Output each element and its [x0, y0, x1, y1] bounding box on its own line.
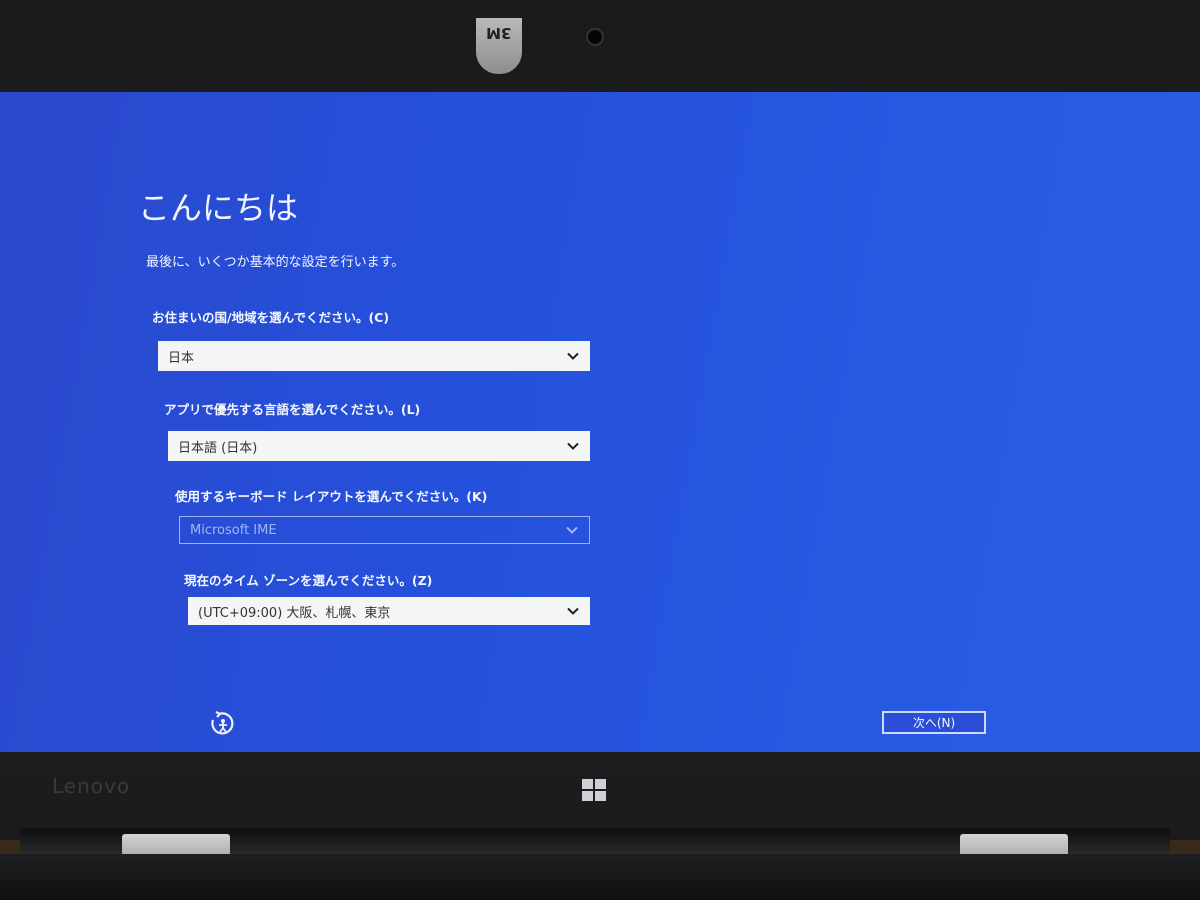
- keyboard-layout-label: 使用するキーボード レイアウトを選んでください。(K): [175, 489, 488, 504]
- time-zone-value: (UTC+09:00) 大阪、札幌、東京: [198, 605, 391, 621]
- app-language-value: 日本語 (日本): [178, 440, 258, 456]
- next-button[interactable]: 次へ(N): [882, 711, 986, 734]
- page-title: こんにちは: [138, 189, 299, 227]
- webcam: [586, 28, 604, 46]
- page-subtitle: 最後に、いくつか基本的な設定を行います。: [146, 255, 405, 270]
- region-dropdown[interactable]: 日本: [158, 341, 590, 371]
- chevron-down-icon: [567, 442, 579, 450]
- laptop-base: [0, 854, 1200, 900]
- chevron-down-icon: [567, 352, 579, 360]
- region-label: お住まいの国/地域を選んでください。(C): [152, 310, 390, 325]
- chevron-down-icon: [566, 526, 578, 534]
- chevron-down-icon: [567, 607, 579, 615]
- windows-button-icon[interactable]: [582, 779, 606, 801]
- time-zone-label: 現在のタイム ゾーンを選んでください。(Z): [184, 573, 433, 588]
- webcam-cover-text: 3M: [486, 24, 512, 42]
- app-language-dropdown[interactable]: 日本語 (日本): [168, 431, 590, 461]
- region-value: 日本: [168, 350, 195, 366]
- keyboard-layout-value: Microsoft IME: [190, 522, 277, 538]
- app-language-label: アプリで優先する言語を選んでください。(L): [164, 402, 421, 417]
- brand-logo: Lenovo: [52, 774, 131, 798]
- time-zone-dropdown[interactable]: (UTC+09:00) 大阪、札幌、東京: [188, 597, 590, 625]
- webcam-cover: 3M: [476, 18, 522, 74]
- keyboard-layout-dropdown: Microsoft IME: [179, 516, 590, 544]
- ease-of-access-icon[interactable]: [207, 708, 239, 740]
